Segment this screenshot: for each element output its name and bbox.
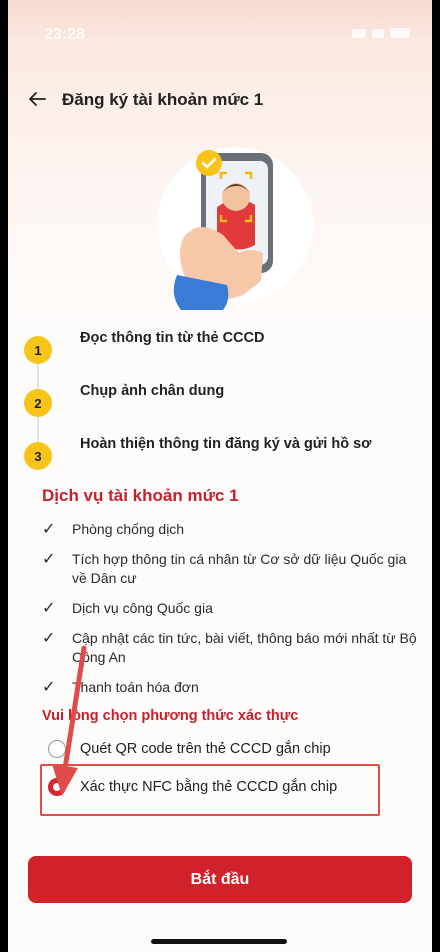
- face-scan-illustration: [157, 147, 313, 310]
- step-number: 2: [24, 389, 52, 417]
- verification-title: Vui lòng chọn phương thức xác thực: [42, 708, 299, 724]
- service-item: ✓ Tích hợp thông tin cá nhân từ Cơ sở dữ …: [42, 550, 422, 588]
- steps-list: 1 Đọc thông tin từ thẻ CCCD 2 Chụp ảnh c…: [24, 322, 424, 481]
- app-screen: 23:28 Đăng ký tài khoản mức 1 1 Đọc thôn…: [8, 0, 432, 952]
- service-label: Dịch vụ công Quốc gia: [72, 600, 213, 616]
- services-list: ✓ Phòng chống dịch ✓ Tích hợp thông tin cá…: [42, 520, 422, 708]
- step-label: Hoàn thiện thông tin đăng ký và gửi hồ s…: [80, 436, 372, 452]
- home-indicator: [151, 939, 287, 944]
- step-item: 2 Chụp ảnh chân dung: [24, 375, 424, 442]
- battery-icon: [390, 28, 410, 38]
- services-title: Dịch vụ tài khoản mức 1: [42, 486, 239, 505]
- check-icon: ✓: [42, 630, 56, 647]
- step-number: 3: [24, 442, 52, 470]
- step-number: 1: [24, 336, 52, 364]
- service-label: Thanh toán hóa đơn: [72, 679, 199, 695]
- wifi-icon: [372, 28, 384, 38]
- service-label: Phòng chống dịch: [72, 521, 185, 537]
- status-icons: [352, 28, 410, 38]
- back-button[interactable]: [22, 84, 52, 114]
- status-bar: 23:28: [8, 0, 432, 70]
- service-label: Cập nhật các tin tức, bài viết, thông bá…: [72, 630, 417, 665]
- start-button[interactable]: Bắt đầu: [28, 856, 412, 903]
- step-label: Đọc thông tin từ thẻ CCCD: [80, 330, 265, 346]
- arrow-left-icon: [29, 92, 46, 106]
- service-item: ✓ Thanh toán hóa đơn: [42, 678, 422, 697]
- service-item: ✓ Dịch vụ công Quốc gia: [42, 599, 422, 618]
- status-time: 23:28: [44, 26, 85, 43]
- option-label: Quét QR code trên thẻ CCCD gắn chip: [80, 741, 331, 757]
- step-item: 3 Hoàn thiện thông tin đăng ký và gửi hồ…: [24, 428, 424, 481]
- signal-icon: [352, 28, 366, 38]
- check-icon: ✓: [42, 521, 56, 538]
- step-label: Chụp ảnh chân dung: [80, 383, 225, 399]
- check-icon: ✓: [42, 679, 56, 696]
- check-icon: ✓: [42, 600, 56, 617]
- radio-unchecked-icon[interactable]: [48, 740, 66, 758]
- app-header: Đăng ký tài khoản mức 1: [8, 80, 432, 120]
- service-label: Tích hợp thông tin cá nhân từ Cơ sở dữ l…: [72, 551, 407, 586]
- option-qr-code[interactable]: Quét QR code trên thẻ CCCD gắn chip: [48, 740, 331, 758]
- page-title: Đăng ký tài khoản mức 1: [62, 90, 264, 109]
- check-icon: ✓: [42, 551, 56, 568]
- service-item: ✓ Cập nhật các tin tức, bài viết, thông b…: [42, 629, 422, 667]
- step-item: 1 Đọc thông tin từ thẻ CCCD: [24, 322, 424, 389]
- service-item: ✓ Phòng chống dịch: [42, 520, 422, 539]
- annotation-highlight-box: [40, 764, 380, 816]
